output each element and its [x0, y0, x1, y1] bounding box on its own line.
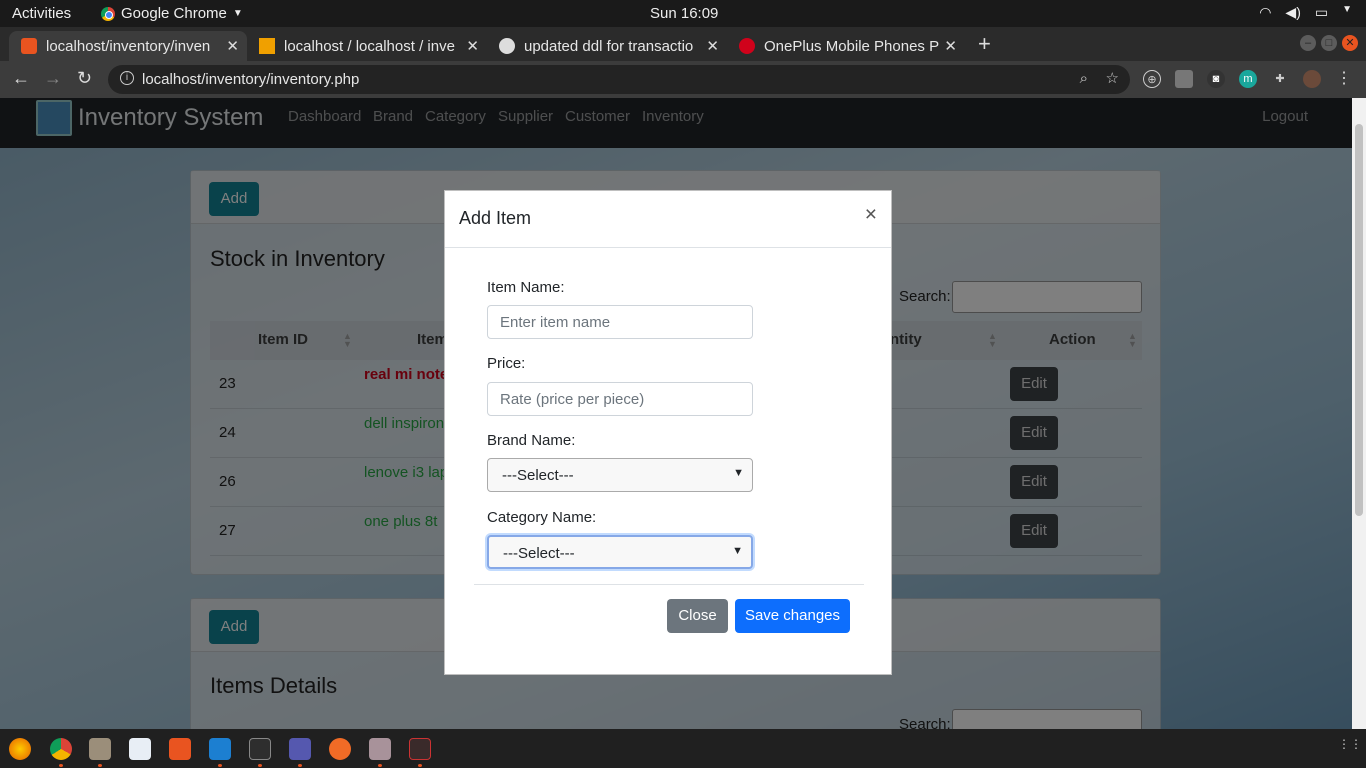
clock[interactable]: Sun 16:09 [650, 5, 718, 22]
menu-dots-icon[interactable]: ⋮ [1335, 70, 1353, 88]
writer-icon[interactable] [129, 738, 151, 760]
close-tab-icon[interactable]: ✕ [944, 37, 957, 55]
save-changes-button[interactable]: Save changes [735, 599, 850, 633]
show-apps-icon[interactable]: ⋮⋮⋮ [1338, 738, 1366, 757]
item-name-input[interactable]: Enter item name [487, 305, 753, 339]
running-indicator [98, 764, 102, 767]
modal-header: Add Item × [445, 191, 891, 248]
chevron-down-icon: ▼ [732, 545, 743, 557]
site-info-icon[interactable]: i [120, 71, 134, 85]
brand-select[interactable]: ---Select--- ▼ [487, 458, 753, 492]
price-label: Price: [487, 355, 526, 372]
close-tab-icon[interactable]: ✕ [226, 37, 239, 55]
page-scrollbar[interactable] [1352, 98, 1366, 729]
database-icon[interactable] [369, 738, 391, 760]
avatar[interactable] [1303, 70, 1321, 88]
close-icon[interactable]: × [865, 203, 877, 227]
running-indicator [218, 764, 222, 767]
chrome-icon [101, 6, 115, 21]
close-button[interactable]: Close [667, 599, 728, 633]
address-bar[interactable]: i localhost/inventory/inventory.php ⌕ ☆ [108, 65, 1130, 94]
files-icon[interactable] [89, 738, 111, 760]
tab-title: localhost/inventory/inven [46, 37, 211, 55]
system-tray[interactable]: ◠ ◀) ▭ ▼ [1259, 4, 1352, 21]
puzzle-icon[interactable]: ✚ [1271, 70, 1289, 88]
maximize-button[interactable]: □ [1321, 35, 1337, 51]
scrollbar-thumb[interactable] [1355, 124, 1363, 516]
volume-icon: ◀) [1285, 4, 1301, 20]
tab-title: OnePlus Mobile Phones P [764, 37, 939, 55]
close-tab-icon[interactable]: ✕ [466, 37, 479, 55]
category-select-value: ---Select--- [503, 545, 575, 562]
chevron-down-icon: ▼ [733, 467, 744, 479]
teams-icon[interactable] [289, 738, 311, 760]
price-input[interactable]: Rate (price per piece) [487, 382, 753, 416]
chevron-down-icon: ▼ [232, 8, 243, 19]
tab-strip: localhost/inventory/inven ✕ localhost / … [0, 27, 1366, 61]
activities-button[interactable]: Activities [12, 5, 71, 22]
forward-icon[interactable]: → [44, 68, 62, 89]
chrome-icon[interactable] [50, 738, 72, 760]
tab-title: updated ddl for transactio [524, 37, 694, 55]
tab-github[interactable]: updated ddl for transactio ✕ [487, 31, 727, 61]
phpmyadmin-favicon-icon [259, 38, 275, 54]
category-select[interactable]: ---Select--- ▼ [487, 535, 753, 569]
close-window-button[interactable]: ✕ [1342, 35, 1358, 51]
category-label: Category Name: [487, 509, 597, 526]
running-indicator [418, 764, 422, 767]
dock: ⋮⋮⋮ [0, 729, 1366, 768]
battery-icon: ▭ [1314, 4, 1329, 20]
add-item-modal: Add Item × Item Name: Enter item name Pr… [444, 190, 892, 675]
url-text: localhost/inventory/inventory.php [142, 71, 360, 88]
postman-icon[interactable] [329, 738, 351, 760]
page-viewport: Inventory System Dashboard Brand Categor… [0, 98, 1352, 729]
vscode-icon[interactable] [209, 738, 231, 760]
close-tab-icon[interactable]: ✕ [706, 37, 719, 55]
app-name: Google Chrome [121, 5, 227, 22]
brand-label: Brand Name: [487, 432, 576, 449]
window-controls: – □ ✕ [1300, 35, 1358, 51]
system-top-bar: Activities Google Chrome ▼ Sun 16:09 ◠ ◀… [0, 0, 1366, 27]
brand-select-value: ---Select--- [502, 467, 574, 484]
bookmark-star-icon[interactable]: ☆ [1106, 69, 1119, 87]
extension-icon[interactable]: ⊕ [1143, 70, 1161, 88]
running-indicator [258, 764, 262, 767]
screenshot-icon[interactable] [409, 738, 431, 760]
extension-icon[interactable] [1175, 70, 1193, 88]
modal-title: Add Item [459, 208, 532, 228]
new-tab-button[interactable]: + [978, 31, 991, 57]
extension-icon[interactable]: m [1239, 70, 1257, 88]
modal-footer-divider [474, 584, 864, 585]
reload-icon[interactable]: ↻ [77, 68, 92, 89]
minimize-button[interactable]: – [1300, 35, 1316, 51]
software-icon[interactable] [169, 738, 191, 760]
tab-phpmyadmin[interactable]: localhost / localhost / inve ✕ [247, 31, 487, 61]
running-indicator [59, 764, 63, 767]
wifi-icon: ◠ [1259, 4, 1272, 20]
360-favicon-icon [739, 38, 755, 54]
tab-title: localhost / localhost / inve [284, 37, 455, 55]
github-favicon-icon [499, 38, 515, 54]
tab-inventory[interactable]: localhost/inventory/inven ✕ [9, 31, 247, 61]
back-icon[interactable]: ← [12, 68, 30, 89]
item-name-label: Item Name: [487, 279, 565, 296]
app-menu[interactable]: Google Chrome ▼ [101, 5, 243, 22]
firefox-icon[interactable] [9, 738, 31, 760]
xampp-favicon-icon [21, 38, 37, 54]
tab-oneplus[interactable]: OnePlus Mobile Phones P ✕ [727, 31, 965, 61]
running-indicator [298, 764, 302, 767]
chevron-down-icon: ▼ [1342, 4, 1352, 15]
extension-icon[interactable]: ◙ [1207, 70, 1225, 88]
zoom-icon[interactable]: ⌕ [1080, 70, 1088, 87]
running-indicator [378, 764, 382, 767]
toolbar: ← → ↻ i localhost/inventory/inventory.ph… [0, 61, 1366, 98]
terminal-icon[interactable] [249, 738, 271, 760]
